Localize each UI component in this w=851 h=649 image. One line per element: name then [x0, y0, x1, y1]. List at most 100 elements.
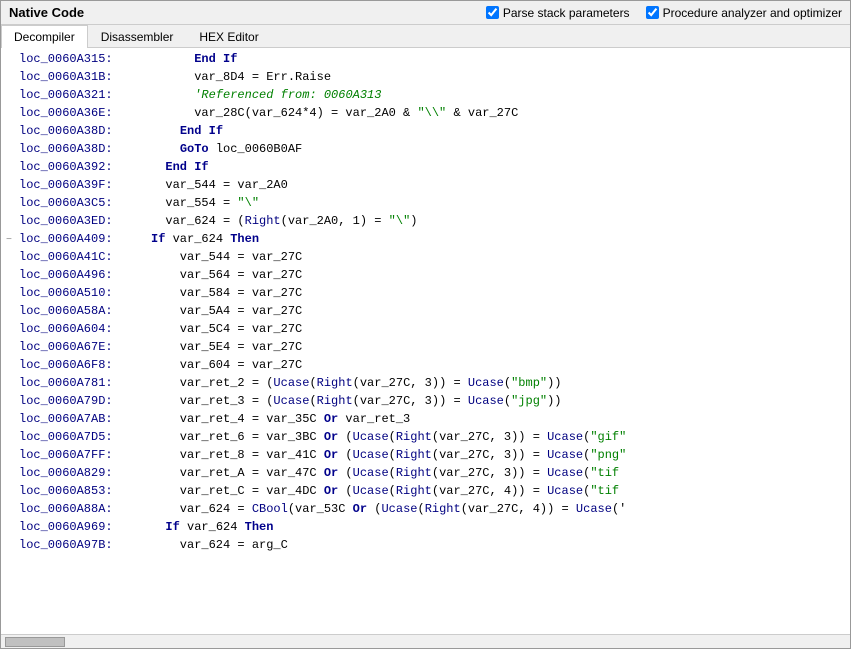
table-row: loc_0060A315: End If	[1, 50, 850, 68]
code-content: var_28C(var_624*4) = var_2A0 & "\\" & va…	[147, 104, 850, 122]
code-table: loc_0060A315: End If loc_0060A31B: var_8…	[1, 48, 850, 556]
code-content: var_624 = CBool(var_53C Or (Ucase(Right(…	[147, 500, 850, 518]
code-scroll-area[interactable]: loc_0060A315: End If loc_0060A31B: var_8…	[1, 48, 850, 634]
collapse-btn[interactable]	[1, 538, 17, 556]
addr-label: loc_0060A510:	[17, 284, 147, 302]
code-content: 'Referenced from: 0060A313	[147, 86, 850, 104]
table-row: loc_0060A88A: var_624 = CBool(var_53C Or…	[1, 500, 850, 518]
code-content: GoTo loc_0060B0AF	[147, 140, 850, 158]
table-row: loc_0060A79D: var_ret_3 = (Ucase(Right(v…	[1, 392, 850, 410]
code-content: var_ret_3 = (Ucase(Right(var_27C, 3)) = …	[147, 392, 850, 410]
table-row: loc_0060A496: var_564 = var_27C	[1, 266, 850, 284]
tab-decompiler[interactable]: Decompiler	[1, 25, 88, 48]
code-content: var_ret_2 = (Ucase(Right(var_27C, 3)) = …	[147, 374, 850, 392]
code-content: var_584 = var_27C	[147, 284, 850, 302]
native-code-window: Native Code Parse stack parameters Proce…	[0, 0, 851, 649]
addr-label: loc_0060A36E:	[17, 104, 147, 122]
code-content: var_564 = var_27C	[147, 266, 850, 284]
scrollbar-thumb[interactable]	[5, 637, 65, 647]
parse-stack-option[interactable]: Parse stack parameters	[486, 6, 630, 20]
addr-label: loc_0060A3ED:	[17, 212, 147, 230]
addr-label: loc_0060A41C:	[17, 248, 147, 266]
addr-label: loc_0060A31B:	[17, 68, 147, 86]
code-content: var_ret_8 = var_41C Or (Ucase(Right(var_…	[147, 446, 850, 464]
title-bar-options: Parse stack parameters Procedure analyze…	[486, 6, 842, 20]
code-content: var_544 = var_27C	[147, 248, 850, 266]
window-title: Native Code	[9, 5, 84, 20]
table-row: − loc_0060A409: If var_624 Then	[1, 230, 850, 248]
table-row: loc_0060A7D5: var_ret_6 = var_3BC Or (Uc…	[1, 428, 850, 446]
code-content: var_554 = "\"	[147, 194, 850, 212]
table-row: loc_0060A7AB: var_ret_4 = var_35C Or var…	[1, 410, 850, 428]
table-row: loc_0060A3C5: var_554 = "\"	[1, 194, 850, 212]
parse-stack-label: Parse stack parameters	[503, 6, 630, 20]
addr-label: loc_0060A969:	[17, 518, 147, 536]
code-content: var_ret_4 = var_35C Or var_ret_3	[147, 410, 850, 428]
code-content: End If	[147, 158, 850, 176]
addr-label: loc_0060A38D:	[17, 122, 147, 140]
table-row: loc_0060A510: var_584 = var_27C	[1, 284, 850, 302]
addr-label: loc_0060A88A:	[17, 500, 147, 518]
addr-label: loc_0060A392:	[17, 158, 147, 176]
code-content: If var_624 Then	[147, 518, 850, 536]
code-content: var_5E4 = var_27C	[147, 338, 850, 356]
code-area: loc_0060A315: End If loc_0060A31B: var_8…	[1, 48, 850, 648]
code-content: End If	[147, 122, 850, 140]
addr-label: loc_0060A58A:	[17, 302, 147, 320]
tab-bar: Decompiler Disassembler HEX Editor	[1, 25, 850, 48]
code-content: var_ret_6 = var_3BC Or (Ucase(Right(var_…	[147, 428, 850, 446]
code-content: If var_624 Then	[147, 230, 850, 248]
addr-label: loc_0060A853:	[17, 482, 147, 500]
table-row: loc_0060A41C: var_544 = var_27C	[1, 248, 850, 266]
table-row: loc_0060A853: var_ret_C = var_4DC Or (Uc…	[1, 482, 850, 500]
table-row: loc_0060A58A: var_5A4 = var_27C	[1, 302, 850, 320]
code-content: var_544 = var_2A0	[147, 176, 850, 194]
table-row: loc_0060A6F8: var_604 = var_27C	[1, 356, 850, 374]
table-row: loc_0060A969: If var_624 Then	[1, 518, 850, 536]
code-content: var_ret_A = var_47C Or (Ucase(Right(var_…	[147, 464, 850, 482]
code-content: var_8D4 = Err.Raise	[147, 68, 850, 86]
addr-label: loc_0060A79D:	[17, 392, 147, 410]
code-content: var_624 = arg_C	[147, 536, 850, 554]
code-content: var_5C4 = var_27C	[147, 320, 850, 338]
horizontal-scrollbar[interactable]	[1, 634, 850, 648]
table-row: loc_0060A829: var_ret_A = var_47C Or (Uc…	[1, 464, 850, 482]
addr-label: loc_0060A321:	[17, 86, 147, 104]
code-content: var_5A4 = var_27C	[147, 302, 850, 320]
tab-hex-editor[interactable]: HEX Editor	[186, 25, 271, 48]
table-row: loc_0060A604: var_5C4 = var_27C	[1, 320, 850, 338]
addr-label: loc_0060A604:	[17, 320, 147, 338]
table-row: loc_0060A38D: GoTo loc_0060B0AF	[1, 140, 850, 158]
tab-disassembler[interactable]: Disassembler	[88, 25, 187, 48]
table-row: loc_0060A781: var_ret_2 = (Ucase(Right(v…	[1, 374, 850, 392]
table-row: loc_0060A3ED: var_624 = (Right(var_2A0, …	[1, 212, 850, 230]
table-row: loc_0060A67E: var_5E4 = var_27C	[1, 338, 850, 356]
parse-stack-checkbox[interactable]	[486, 6, 499, 19]
proc-analyzer-checkbox[interactable]	[646, 6, 659, 19]
addr-label: loc_0060A7FF:	[17, 446, 147, 464]
proc-analyzer-option[interactable]: Procedure analyzer and optimizer	[646, 6, 842, 20]
addr-label: loc_0060A496:	[17, 266, 147, 284]
addr-label: loc_0060A7D5:	[17, 428, 147, 446]
table-row: loc_0060A36E: var_28C(var_624*4) = var_2…	[1, 104, 850, 122]
proc-analyzer-label: Procedure analyzer and optimizer	[663, 6, 842, 20]
code-content: var_624 = (Right(var_2A0, 1) = "\")	[147, 212, 850, 230]
code-content: var_604 = var_27C	[147, 356, 850, 374]
table-row: loc_0060A321: 'Referenced from: 0060A313	[1, 86, 850, 104]
addr-label: loc_0060A97B:	[17, 536, 147, 554]
title-bar: Native Code Parse stack parameters Proce…	[1, 1, 850, 25]
table-row: loc_0060A39F: var_544 = var_2A0	[1, 176, 850, 194]
addr-label: loc_0060A67E:	[17, 338, 147, 356]
addr-label: loc_0060A38D:	[17, 140, 147, 158]
code-content: var_ret_C = var_4DC Or (Ucase(Right(var_…	[147, 482, 850, 500]
table-row: loc_0060A38D: End If	[1, 122, 850, 140]
addr-label: loc_0060A39F:	[17, 176, 147, 194]
table-row: loc_0060A7FF: var_ret_8 = var_41C Or (Uc…	[1, 446, 850, 464]
code-content: End If	[147, 50, 850, 68]
addr-label: loc_0060A829:	[17, 464, 147, 482]
addr-label: loc_0060A3C5:	[17, 194, 147, 212]
addr-label: loc_0060A315:	[17, 50, 147, 68]
addr-label: loc_0060A781:	[17, 374, 147, 392]
addr-label: loc_0060A409:	[17, 230, 147, 248]
addr-label: loc_0060A6F8:	[17, 356, 147, 374]
